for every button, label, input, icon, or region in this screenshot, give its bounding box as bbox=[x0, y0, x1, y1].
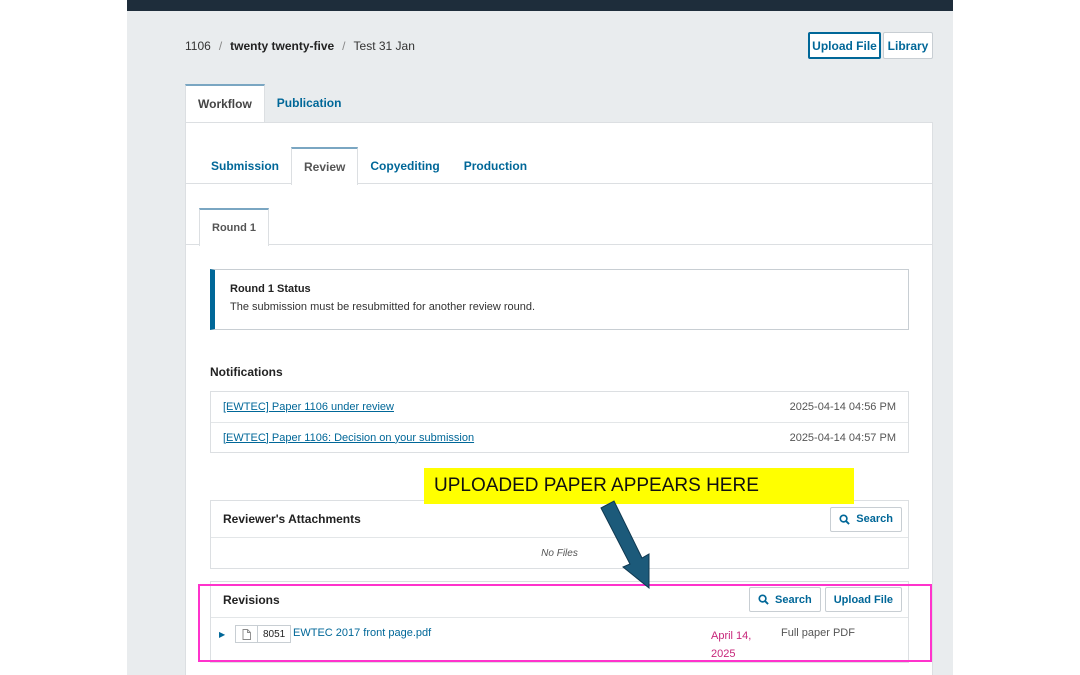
reviewer-attachments-heading: Reviewer's Attachments bbox=[223, 512, 361, 526]
notifications-heading: Notifications bbox=[210, 365, 283, 379]
list-item: [EWTEC] Paper 1106 under review 2025-04-… bbox=[211, 392, 908, 422]
reviewer-attachments-grid: Reviewer's Attachments Search No Files bbox=[210, 500, 909, 569]
tab-copyediting[interactable]: Copyediting bbox=[358, 147, 451, 184]
notification-date: 2025-04-14 04:56 PM bbox=[789, 401, 896, 413]
round-status-title: Round 1 Status bbox=[230, 283, 311, 295]
notifications-list: [EWTEC] Paper 1106 under review 2025-04-… bbox=[210, 391, 909, 453]
tab-publication[interactable]: Publication bbox=[265, 84, 354, 122]
notification-date: 2025-04-14 04:57 PM bbox=[789, 431, 896, 444]
round-status-box: Round 1 Status The submission must be re… bbox=[210, 269, 909, 330]
tab-production[interactable]: Production bbox=[452, 147, 539, 184]
upload-file-button[interactable]: Upload File bbox=[808, 32, 881, 59]
review-round-tabs: Round 1 bbox=[186, 208, 932, 246]
breadcrumb-separator: / bbox=[218, 39, 223, 53]
notification-link[interactable]: [EWTEC] Paper 1106 under review bbox=[223, 401, 394, 413]
breadcrumb-journal[interactable]: twenty twenty-five bbox=[230, 39, 334, 53]
grid-actions: Search bbox=[830, 506, 902, 532]
list-item: [EWTEC] Paper 1106: Decision on your sub… bbox=[211, 422, 908, 452]
tab-review[interactable]: Review bbox=[291, 147, 359, 185]
arrow-down-icon bbox=[600, 500, 650, 590]
attachments-search-button[interactable]: Search bbox=[830, 506, 902, 532]
annotation-label: UPLOADED PAPER APPEARS HERE bbox=[424, 468, 854, 504]
tab-submission[interactable]: Submission bbox=[199, 147, 291, 184]
stage-tabs: Submission Review Copyediting Production bbox=[186, 147, 932, 185]
workflow-tabs: Workflow Publication bbox=[185, 84, 353, 122]
empty-files-text: No Files bbox=[541, 547, 578, 559]
breadcrumb-current: Test 31 Jan bbox=[353, 39, 415, 53]
notification-link[interactable]: [EWTEC] Paper 1106: Decision on your sub… bbox=[223, 432, 474, 444]
top-header-bar bbox=[127, 0, 953, 11]
breadcrumb-submission-id: 1106 bbox=[185, 39, 211, 53]
revisions-highlight-box bbox=[198, 584, 932, 662]
library-button[interactable]: Library bbox=[883, 32, 933, 59]
search-icon bbox=[839, 513, 851, 525]
round-status-text: The submission must be resubmitted for a… bbox=[230, 301, 536, 313]
tab-round-1[interactable]: Round 1 bbox=[199, 208, 269, 246]
breadcrumb: 1106 / twenty twenty-five / Test 31 Jan bbox=[185, 39, 415, 53]
page-container: 1106 / twenty twenty-five / Test 31 Jan Uplo… bbox=[127, 0, 953, 675]
search-label: Search bbox=[856, 513, 893, 525]
tab-workflow[interactable]: Workflow bbox=[185, 84, 265, 122]
reviewer-attachments-header: Reviewer's Attachments Search bbox=[211, 501, 908, 538]
breadcrumb-separator: / bbox=[342, 39, 346, 53]
